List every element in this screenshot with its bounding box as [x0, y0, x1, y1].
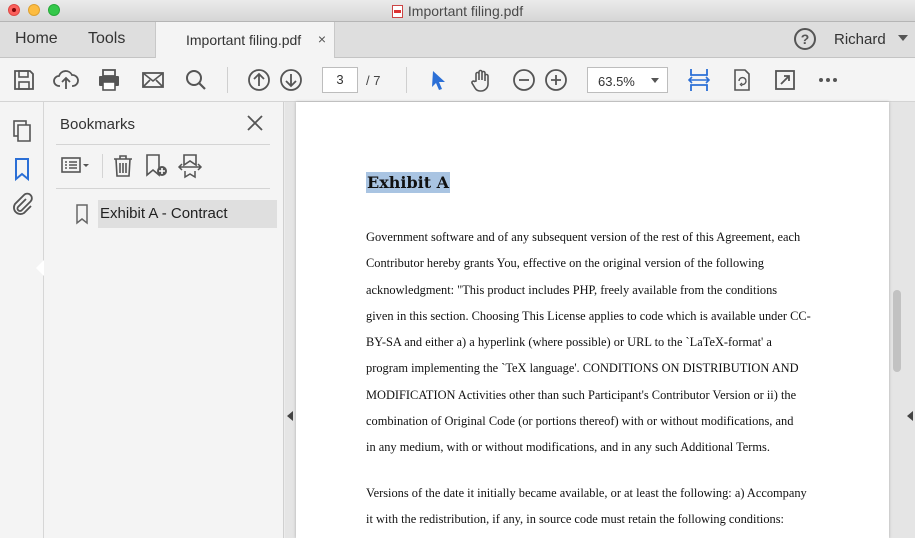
paragraph-1: Government software and of any subsequen… [366, 224, 836, 461]
text-line: combination of Original Code (or portion… [366, 414, 794, 429]
close-icon[interactable] [244, 112, 266, 134]
add-bookmark-icon[interactable] [144, 152, 170, 180]
text-line: given in this section. Choosing This Lic… [366, 308, 811, 323]
pdf-file-icon [391, 5, 403, 18]
zoom-in-icon[interactable] [543, 67, 569, 93]
collapse-left-panel-icon[interactable] [287, 411, 293, 421]
text-line: it with the redistribution, if any, in s… [366, 512, 784, 527]
delete-bookmark-icon[interactable] [110, 152, 136, 180]
window-title-text: Important filing.pdf [407, 3, 524, 19]
bookmark-icon [74, 203, 90, 225]
text-line: acknowledgment: "This product includes P… [366, 282, 778, 297]
bookmarks-title: Bookmarks [60, 116, 136, 133]
rotate-icon[interactable] [729, 67, 755, 93]
page-thumbnails-icon[interactable] [9, 118, 35, 144]
vertical-scrollbar[interactable] [893, 290, 901, 372]
bookmark-item-label: Exhibit A - Contract [100, 205, 228, 222]
select-arrow-icon[interactable] [425, 67, 451, 93]
window-title: Important filing.pdf [0, 3, 915, 19]
expand-right-panel-icon[interactable] [907, 411, 913, 421]
text-line: Versions of the date it initially became… [366, 486, 807, 500]
divider [56, 144, 270, 145]
left-rail [0, 102, 44, 538]
bookmarks-panel: Bookmarks Exhibit A - Contract [44, 102, 284, 538]
fit-width-icon[interactable] [686, 67, 712, 93]
text-line: Government software and of any subsequen… [366, 230, 801, 244]
hand-icon[interactable] [468, 67, 494, 93]
close-tab-button[interactable]: × [318, 31, 326, 47]
tab-home[interactable]: Home [15, 30, 58, 48]
tab-document-label: Important filing.pdf [186, 32, 302, 48]
document-viewport[interactable]: Exhibit A Government software and of any… [285, 102, 915, 538]
tab-tools[interactable]: Tools [88, 30, 125, 48]
text-line: in any medium, with or without modificat… [366, 440, 770, 455]
print-icon[interactable] [96, 67, 122, 93]
title-bar: Important filing.pdf [0, 0, 915, 22]
zoom-select[interactable]: 63.5% [587, 67, 668, 93]
expand-bookmark-icon[interactable] [176, 152, 204, 180]
tab-document[interactable]: Important filing.pdf × [155, 22, 335, 59]
chevron-down-icon [651, 78, 659, 83]
save-icon[interactable] [11, 67, 37, 93]
more-icon[interactable] [815, 67, 841, 93]
toolbar-divider [227, 67, 228, 93]
toolbar: 3 / 7 63.5% [0, 58, 915, 102]
zoom-out-icon[interactable] [511, 67, 537, 93]
search-icon[interactable] [183, 67, 209, 93]
page-total: / 7 [366, 73, 381, 88]
text-line: BY-SA and either a) a hyperlink (where p… [366, 335, 772, 350]
email-icon[interactable] [140, 67, 166, 93]
bookmark-options-button[interactable] [60, 152, 92, 180]
bookmark-icon[interactable] [9, 156, 35, 182]
panel-pointer [36, 260, 44, 276]
page-up-icon[interactable] [246, 67, 272, 93]
chevron-down-icon[interactable] [898, 35, 908, 41]
bookmark-item[interactable]: Exhibit A - Contract [98, 200, 277, 228]
divider [102, 154, 103, 178]
attachment-icon[interactable] [9, 191, 35, 217]
fullscreen-icon[interactable] [772, 67, 798, 93]
help-icon[interactable]: ? [794, 28, 816, 50]
text-line: MODIFICATION Activities other than such … [366, 387, 797, 402]
zoom-value: 63.5% [598, 74, 635, 89]
user-menu[interactable]: Richard [834, 31, 886, 48]
page-down-icon[interactable] [278, 67, 304, 93]
page-number-input[interactable]: 3 [322, 67, 358, 93]
paragraph-2: Versions of the date it initially became… [366, 480, 836, 533]
text-line: Contributor hereby grants You, effective… [366, 256, 764, 271]
text-line: program implementing the `TeX language'.… [366, 361, 799, 376]
pdf-page[interactable]: Exhibit A Government software and of any… [296, 102, 889, 538]
tab-bar: Home Tools Important filing.pdf × ? Rich… [0, 22, 915, 59]
divider [56, 188, 270, 189]
toolbar-divider [406, 67, 407, 93]
upload-icon[interactable] [53, 67, 79, 93]
exhibit-heading[interactable]: Exhibit A [366, 172, 451, 193]
